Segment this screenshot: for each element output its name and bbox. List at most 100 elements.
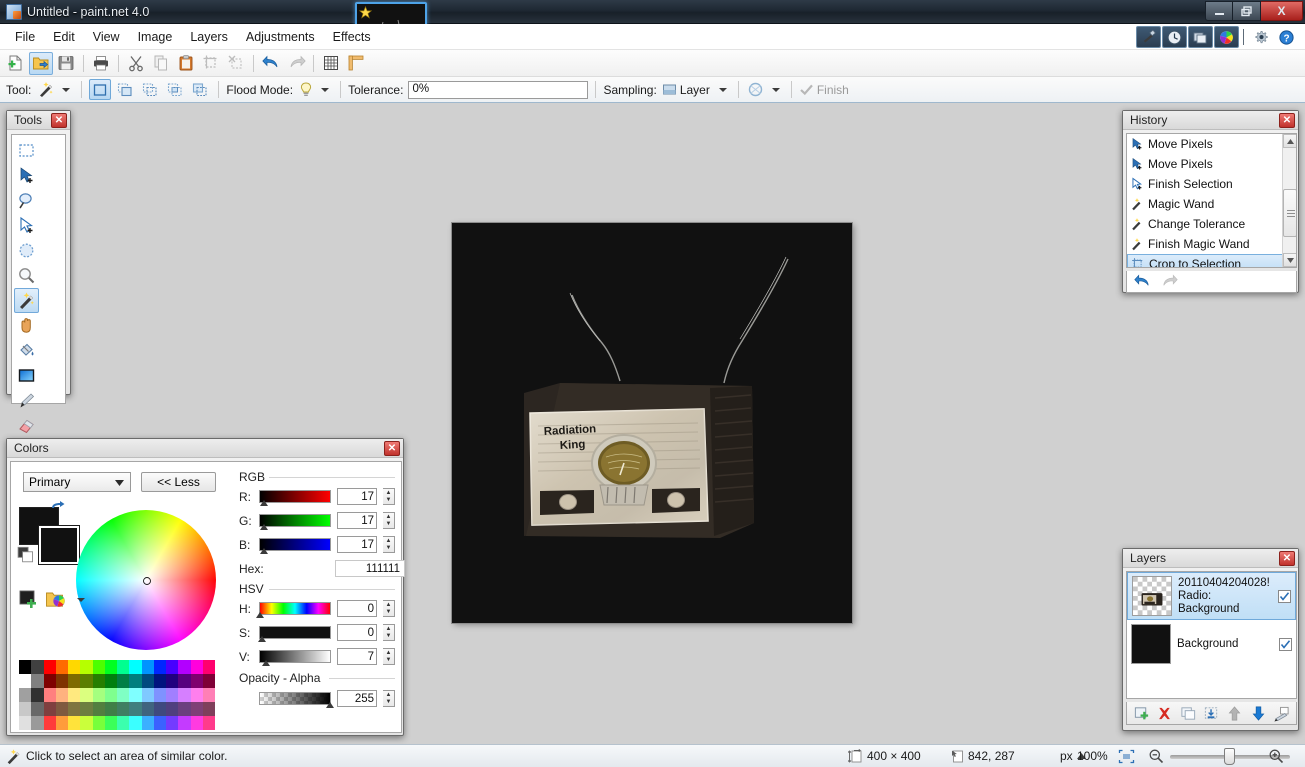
menu-image[interactable]: Image [129, 26, 182, 48]
layer-properties-icon[interactable] [1273, 705, 1290, 722]
replace-selection-button[interactable] [89, 79, 112, 100]
zoom-tool[interactable] [14, 263, 39, 288]
tools-toggle-button[interactable] [1136, 26, 1161, 48]
palette-swatch[interactable] [19, 716, 32, 730]
intersect-selection-button[interactable] [164, 79, 186, 100]
merge-down-icon[interactable] [1203, 705, 1220, 722]
menu-edit[interactable]: Edit [44, 26, 84, 48]
green-channel-slider[interactable] [259, 514, 331, 530]
palette-swatch[interactable] [55, 660, 68, 674]
history-panel-close-button[interactable]: ✕ [1279, 113, 1295, 128]
palette-swatch[interactable] [153, 702, 166, 716]
zoom-slider-thumb[interactable] [1224, 748, 1235, 765]
palette-swatch[interactable] [117, 688, 130, 702]
layers-list[interactable]: 20110404204028! Radio: Background Backgr… [1126, 571, 1297, 699]
layers-panel-title[interactable]: Layers ✕ [1123, 549, 1298, 568]
history-item[interactable]: Change Tolerance [1127, 214, 1296, 234]
palette-swatch[interactable] [178, 688, 191, 702]
menu-view[interactable]: View [84, 26, 129, 48]
deselect-button[interactable] [224, 52, 248, 75]
layers-toggle-button[interactable] [1188, 26, 1213, 48]
palette-swatch[interactable] [178, 674, 191, 688]
hue-channel-thumb[interactable] [256, 612, 264, 618]
palette-swatch[interactable] [178, 702, 191, 716]
scroll-up-button[interactable] [1283, 134, 1296, 148]
palette-swatch[interactable] [31, 702, 44, 716]
palette-swatch[interactable] [43, 688, 56, 702]
palette-swatch[interactable] [19, 660, 32, 674]
history-item[interactable]: Magic Wand [1127, 194, 1296, 214]
open-image-button[interactable] [29, 51, 53, 75]
palette-swatch[interactable] [68, 660, 81, 674]
hex-value-input[interactable]: 111111 [335, 560, 405, 577]
palette-swatch[interactable] [104, 660, 117, 674]
palette-swatch[interactable] [141, 660, 154, 674]
pan-tool[interactable] [14, 313, 39, 338]
palette-swatch[interactable] [117, 674, 130, 688]
palette-swatch[interactable] [31, 716, 44, 730]
saturation-channel-thumb[interactable] [258, 636, 266, 642]
crop-to-selection-button[interactable] [199, 52, 223, 75]
menu-effects[interactable]: Effects [324, 26, 380, 48]
scroll-down-button[interactable] [1283, 253, 1296, 267]
palette-swatch[interactable] [190, 716, 203, 730]
secondary-color-swatch[interactable] [38, 525, 80, 565]
palette-swatch[interactable] [19, 688, 32, 702]
paint-bucket-tool[interactable] [14, 338, 39, 363]
palette-swatch[interactable] [104, 716, 117, 730]
palette-swatch[interactable] [55, 688, 68, 702]
alpha-thumb[interactable] [326, 702, 334, 708]
reset-colors-icon[interactable] [17, 544, 37, 564]
copy-button[interactable] [149, 52, 173, 75]
tools-panel-title[interactable]: Tools ✕ [7, 111, 70, 130]
redo-button[interactable] [284, 52, 308, 75]
lasso-select-tool[interactable] [14, 188, 39, 213]
swap-colors-icon[interactable] [49, 500, 67, 518]
palette-swatch[interactable] [19, 702, 32, 716]
red-channel-stepper[interactable]: ▲ ▼ [383, 488, 395, 505]
union-selection-button[interactable] [114, 79, 136, 100]
palette-swatch[interactable] [31, 660, 44, 674]
palette-swatch[interactable] [190, 702, 203, 716]
green-channel-stepper[interactable]: ▲ ▼ [383, 512, 395, 529]
palette-swatch[interactable] [129, 716, 142, 730]
move-selected-tool[interactable] [14, 163, 39, 188]
palette-swatch[interactable] [92, 660, 105, 674]
fit-to-window-button[interactable] [1118, 749, 1135, 764]
add-to-palette-icon[interactable] [19, 590, 41, 610]
palette-swatch[interactable] [141, 688, 154, 702]
save-image-button[interactable] [54, 52, 78, 75]
rectangle-select-tool[interactable] [14, 138, 39, 163]
colors-panel-close-button[interactable]: ✕ [384, 441, 400, 456]
palette-swatch[interactable] [166, 674, 179, 688]
palette-swatch[interactable] [43, 716, 56, 730]
palette-swatch[interactable] [68, 716, 81, 730]
xor-selection-button[interactable] [189, 79, 211, 100]
arrow-up-icon[interactable] [1226, 705, 1243, 722]
blue-channel-stepper[interactable]: ▲ ▼ [383, 536, 395, 553]
sampling-caret[interactable] [718, 87, 727, 92]
palette-swatch[interactable] [117, 660, 130, 674]
move-selection-tool[interactable] [14, 213, 39, 238]
palette-swatch[interactable] [166, 716, 179, 730]
palette-swatch[interactable] [68, 674, 81, 688]
palette-swatch[interactable] [19, 674, 32, 688]
menu-adjustments[interactable]: Adjustments [237, 26, 324, 48]
palette-swatch[interactable] [117, 702, 130, 716]
red-channel-slider[interactable] [259, 490, 331, 506]
palette-swatch[interactable] [141, 702, 154, 716]
undo-button[interactable] [259, 52, 283, 75]
red-channel-thumb[interactable] [260, 500, 268, 506]
menu-layers[interactable]: Layers [181, 26, 237, 48]
color-mode-dropdown[interactable]: Primary [23, 472, 131, 492]
palette-swatch[interactable] [202, 702, 215, 716]
history-scroll-thumb[interactable] [1283, 189, 1296, 237]
palette-swatch[interactable] [68, 702, 81, 716]
cut-button[interactable] [124, 52, 148, 75]
layer-visibility-checkbox[interactable] [1279, 637, 1292, 651]
palette-swatch[interactable] [104, 702, 117, 716]
history-scrollbar[interactable] [1282, 134, 1296, 267]
grid-button[interactable] [319, 52, 343, 75]
palette-swatch[interactable] [43, 660, 56, 674]
paste-button[interactable] [174, 52, 198, 75]
